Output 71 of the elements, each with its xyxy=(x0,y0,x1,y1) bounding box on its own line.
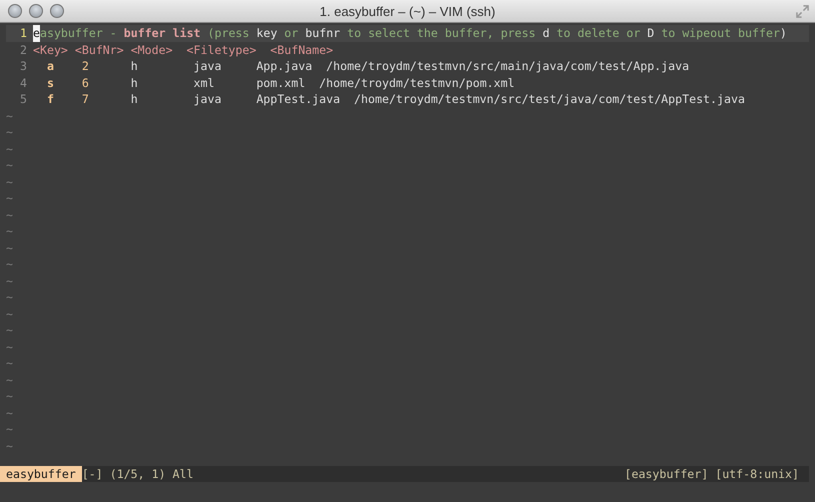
buffer-name: pom.xml xyxy=(256,74,306,91)
empty-line-tilde: ~ xyxy=(6,190,13,206)
empty-line-tilde: ~ xyxy=(6,421,13,438)
column-header: <BufName> xyxy=(270,42,334,58)
editor-text: key xyxy=(256,25,278,42)
text-cursor: e xyxy=(33,25,40,42)
editor-text: asybuffer - xyxy=(40,25,118,42)
empty-line-tilde: ~ xyxy=(6,124,13,140)
line-number: 2 xyxy=(19,42,27,58)
editor-text: to delete or xyxy=(556,25,642,42)
editor-text: to wipeout buffer xyxy=(660,25,780,42)
minimize-button[interactable] xyxy=(29,4,43,18)
modified-flag-text: [-] xyxy=(82,466,103,482)
file-path: /home/troydm/testmvn/src/test/java/com/test/AppTest.java xyxy=(354,91,745,108)
file-path: /home/troydm/testmvn/src/main/java/com/test/App.java xyxy=(326,58,690,74)
empty-line-tilde: ~ xyxy=(6,272,13,289)
empty-line-tilde: ~ xyxy=(6,306,13,322)
file-info: [easybuffer] [utf-8:unix] xyxy=(624,466,799,482)
empty-line-tilde: ~ xyxy=(6,289,13,306)
buffer-number: 7 xyxy=(82,91,90,108)
close-button[interactable] xyxy=(8,4,22,18)
empty-line-tilde: ~ xyxy=(6,256,13,272)
empty-line-tilde: ~ xyxy=(6,372,13,388)
buffer-mode: h xyxy=(130,58,139,74)
column-header: <BufNr> xyxy=(74,42,125,58)
line-number: 3 xyxy=(19,58,27,74)
line-number: 1 xyxy=(19,25,27,42)
editor-text: (press xyxy=(206,25,250,42)
buffer-name-badge: easybuffer xyxy=(0,466,82,482)
editor-text: buffer list xyxy=(124,25,201,42)
editor-text: d xyxy=(542,25,550,42)
buffer-key[interactable]: s xyxy=(33,74,82,91)
empty-line-tilde: ~ xyxy=(6,140,13,157)
empty-line-tilde: ~ xyxy=(6,355,13,372)
column-header: <Mode> xyxy=(130,42,174,58)
buffer-mode: h xyxy=(130,91,139,108)
buffer-number: 2 xyxy=(82,58,90,74)
empty-line-tilde: ~ xyxy=(6,108,13,124)
empty-line-tilde: ~ xyxy=(6,157,13,174)
column-header: <Key> xyxy=(33,42,69,58)
editor-text: to select the buffer, press xyxy=(346,25,537,42)
buffer-name: App.java xyxy=(256,58,312,74)
empty-line-tilde: ~ xyxy=(6,404,13,421)
editor-text: bufnr xyxy=(305,25,340,42)
empty-line-tilde: ~ xyxy=(6,240,13,256)
buffer-key[interactable]: f xyxy=(33,91,82,108)
empty-line-tilde: ~ xyxy=(6,338,13,355)
file-path: /home/troydm/testmvn/pom.xml xyxy=(319,74,515,91)
line-number: 5 xyxy=(19,91,27,108)
empty-line-tilde: ~ xyxy=(6,206,13,223)
empty-line-tilde: ~ xyxy=(6,223,13,240)
empty-line-tilde: ~ xyxy=(6,388,13,404)
empty-line-tilde: ~ xyxy=(6,174,13,190)
column-header: <Filetype> xyxy=(186,42,258,58)
file-type: java xyxy=(194,58,222,74)
empty-line-tilde: ~ xyxy=(6,322,13,338)
zoom-button[interactable] xyxy=(50,4,64,18)
editor-text: or xyxy=(283,25,300,42)
buffer-mode: h xyxy=(130,74,139,91)
buffer-number: 6 xyxy=(82,74,90,91)
fullscreen-icon[interactable] xyxy=(796,4,809,18)
empty-line-tilde: ~ xyxy=(6,438,13,454)
line-number: 4 xyxy=(19,74,27,91)
file-type: xml xyxy=(194,74,216,91)
file-type: java xyxy=(194,91,222,108)
editor-text: D xyxy=(647,25,654,42)
buffer-name: AppTest.java xyxy=(256,91,340,108)
window-title: 1. easybuffer – (~) – VIM (ssh) xyxy=(320,4,496,18)
buffer-key[interactable]: a xyxy=(33,58,82,74)
cursor-position: (1/5, 1) All xyxy=(110,466,194,482)
editor-text: ) xyxy=(780,25,787,42)
